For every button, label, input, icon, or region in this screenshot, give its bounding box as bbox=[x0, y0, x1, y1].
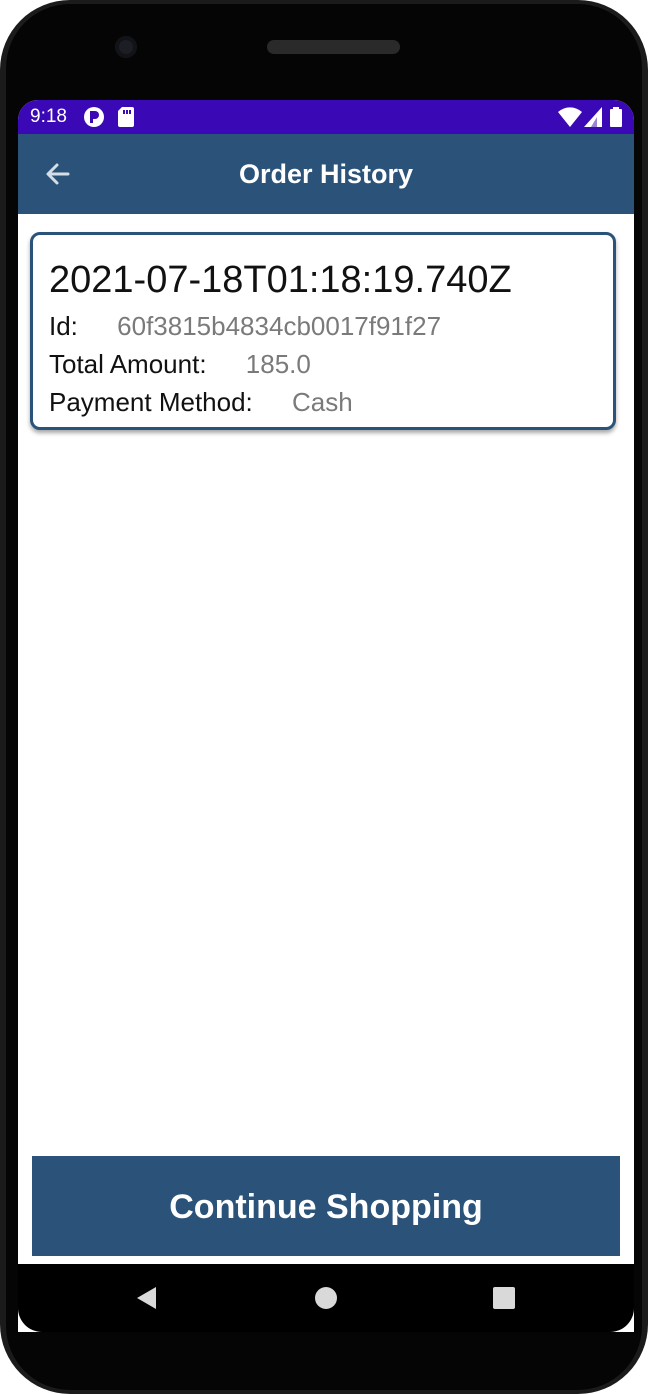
p-notification-icon bbox=[84, 107, 104, 132]
continue-shopping-button[interactable]: Continue Shopping bbox=[32, 1156, 620, 1256]
signal-icon bbox=[584, 107, 602, 132]
nav-recents-button[interactable] bbox=[490, 1284, 518, 1312]
payment-method-label: Payment Method: bbox=[49, 387, 253, 417]
order-id-label: Id: bbox=[49, 311, 78, 341]
system-nav-bar bbox=[18, 1264, 634, 1332]
app-bar: Order History bbox=[18, 134, 634, 214]
order-date: 2021-07-18T01:18:19.740Z bbox=[49, 259, 512, 301]
arrow-left-icon bbox=[46, 163, 70, 185]
status-time: 9:18 bbox=[30, 106, 67, 127]
order-id-row: Id: 60f3815b4834cb0017f91f27 bbox=[49, 311, 441, 342]
phone-frame: 9:18 Order History 2021-07-18T01:18:19.7… bbox=[0, 0, 648, 1394]
earpiece-speaker bbox=[267, 40, 400, 54]
back-triangle-icon bbox=[137, 1287, 156, 1309]
total-amount-value: 185.0 bbox=[245, 349, 311, 379]
total-amount-label: Total Amount: bbox=[49, 349, 207, 379]
order-id-value: 60f3815b4834cb0017f91f27 bbox=[117, 311, 442, 341]
nav-back-button[interactable] bbox=[134, 1284, 162, 1312]
page-title: Order History bbox=[238, 159, 414, 189]
home-circle-icon bbox=[315, 1287, 337, 1309]
status-bar: 9:18 bbox=[18, 100, 634, 134]
battery-icon bbox=[610, 107, 622, 132]
order-total-row: Total Amount: 185.0 bbox=[49, 349, 311, 380]
recents-square-icon bbox=[493, 1287, 515, 1309]
order-payment-row: Payment Method: Cash bbox=[49, 387, 353, 418]
sd-card-icon bbox=[118, 107, 134, 132]
app-screen: 9:18 Order History 2021-07-18T01:18:19.7… bbox=[18, 100, 634, 1332]
order-card[interactable]: 2021-07-18T01:18:19.740Z Id: 60f3815b483… bbox=[30, 232, 616, 430]
back-button[interactable] bbox=[38, 154, 78, 194]
nav-home-button[interactable] bbox=[312, 1284, 340, 1312]
payment-method-value: Cash bbox=[292, 387, 353, 417]
wifi-icon bbox=[558, 107, 582, 132]
front-camera bbox=[115, 36, 137, 58]
